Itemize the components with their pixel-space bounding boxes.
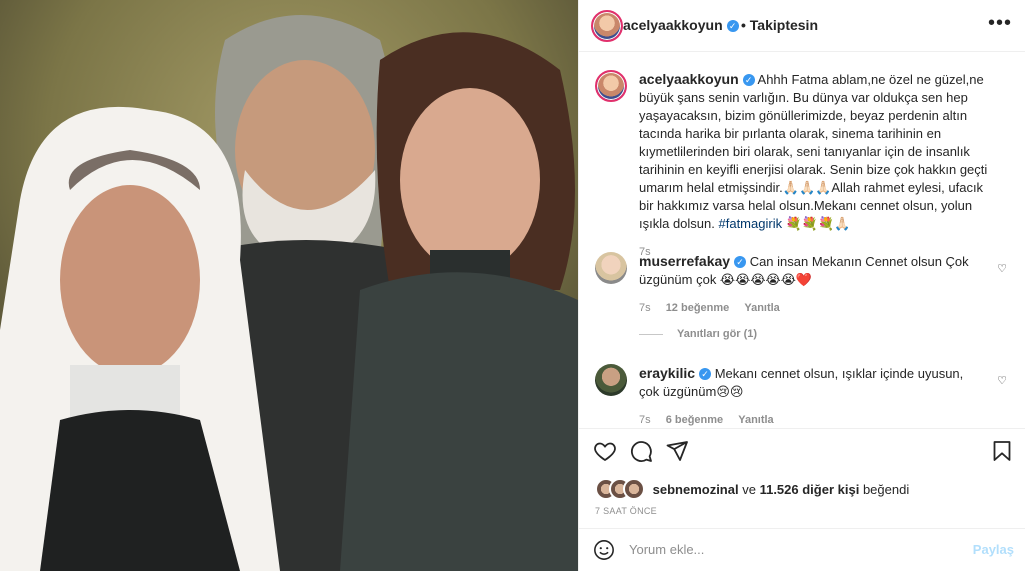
- comment-likes[interactable]: 6 beğenme: [666, 414, 723, 426]
- verified-badge-icon: ✓: [699, 368, 712, 381]
- send-icon[interactable]: [665, 439, 689, 463]
- caption-emojis: 💐💐💐🙏🏻: [785, 216, 851, 231]
- author-avatar[interactable]: [591, 10, 623, 42]
- caption-avatar[interactable]: [595, 70, 627, 102]
- hashtag-link[interactable]: #fatmagirik: [719, 216, 783, 231]
- follow-status[interactable]: • Takiptesin: [741, 17, 818, 33]
- post-photo-illustration: [0, 0, 578, 571]
- liker-username[interactable]: sebnemozinal: [653, 482, 739, 497]
- action-bar: [579, 428, 1025, 472]
- add-comment-bar: Yorum ekle... Paylaş: [579, 528, 1025, 571]
- post-sidebar: acelyaakkoyun ✓ • Takiptesin ••• acelyaak…: [578, 0, 1025, 571]
- comment-icon[interactable]: [629, 439, 653, 463]
- verified-badge-icon: ✓: [742, 74, 755, 87]
- verified-badge-icon: ✓: [726, 20, 739, 33]
- caption-text: acelyaakkoyun ✓ Ahhh Fatma ablam,ne özel …: [639, 70, 1001, 261]
- commenter-username[interactable]: eraykilic ✓: [639, 365, 712, 381]
- comment-time: 7s: [639, 414, 651, 426]
- heart-icon[interactable]: [593, 439, 617, 463]
- comment-meta: 7s 6 beğenme Yanıtla: [639, 411, 979, 429]
- reply-button[interactable]: Yanıtla: [744, 302, 779, 314]
- bookmark-icon[interactable]: [990, 439, 1014, 463]
- comment-input[interactable]: Yorum ekle...: [629, 542, 704, 557]
- comment-meta: 7s 12 beğenme Yanıtla: [639, 299, 979, 317]
- liker-avatar: [623, 478, 645, 500]
- caption-body: Ahhh Fatma ablam,ne özel ne güzel,ne büy…: [639, 72, 988, 231]
- commenter-username[interactable]: muserrefakay ✓: [639, 253, 747, 269]
- likes-summary: sebnemozinal ve 11.526 diğer kişi beğend…: [595, 478, 909, 500]
- emoji-icon[interactable]: [593, 539, 615, 561]
- verified-badge-icon: ✓: [734, 256, 747, 269]
- caption-username[interactable]: acelyaakkoyun ✓: [639, 71, 755, 87]
- reply-button[interactable]: Yanıtla: [738, 414, 773, 426]
- commenter-avatar[interactable]: [595, 364, 627, 396]
- post-comment-button[interactable]: Paylaş: [973, 542, 1014, 557]
- instagram-post-modal: acelyaakkoyun ✓ • Takiptesin ••• acelyaak…: [0, 0, 1025, 571]
- post-timestamp: 7 saat önce: [595, 506, 657, 516]
- commenter-avatar[interactable]: [595, 252, 627, 284]
- comment-likes[interactable]: 12 beğenme: [666, 302, 730, 314]
- author-username[interactable]: acelyaakkoyun ✓: [623, 17, 739, 33]
- like-comment-heart-icon[interactable]: ♡: [997, 262, 1007, 275]
- post-image[interactable]: [0, 0, 578, 571]
- likes-count-link[interactable]: 11.526 diğer kişi: [760, 482, 860, 497]
- comment-time: 7s: [639, 302, 651, 314]
- post-header: acelyaakkoyun ✓ • Takiptesin •••: [579, 0, 1025, 52]
- more-options-icon[interactable]: •••: [988, 12, 1012, 35]
- view-replies-button[interactable]: Yanıtları gör (1): [639, 328, 757, 340]
- like-comment-heart-icon[interactable]: ♡: [997, 374, 1007, 387]
